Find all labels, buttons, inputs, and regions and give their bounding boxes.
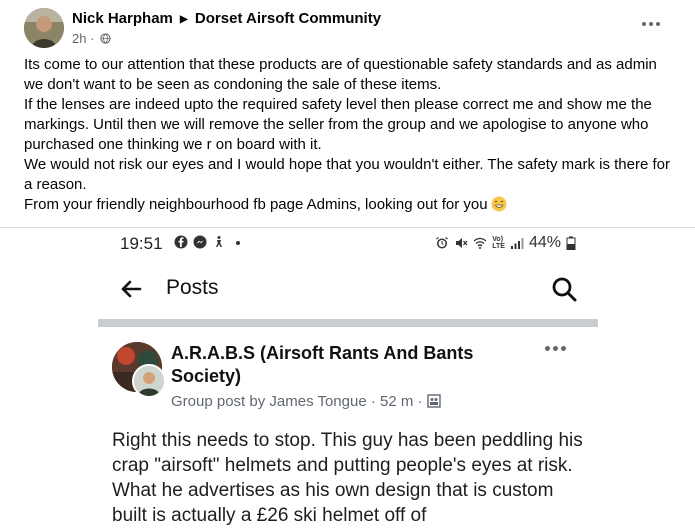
caret-right-icon: ▶ [180, 14, 188, 25]
shared-post-text: Right this needs to stop. This guy has b… [112, 430, 583, 526]
alarm-icon [436, 237, 449, 249]
post-options-button[interactable] [639, 14, 663, 34]
volte-label: Vo) LTE [492, 236, 505, 250]
status-notification-icons [174, 235, 245, 249]
shared-post-meta: Group post by James Tongue · 52 m · [171, 393, 441, 410]
back-arrow-icon[interactable] [118, 276, 144, 302]
signal-bars-icon [510, 238, 524, 249]
volte-bottom: LTE [492, 243, 505, 250]
app-title: Posts [166, 276, 219, 299]
battery-icon [566, 236, 576, 250]
shared-group-name[interactable]: A.R.A.B.S (Airsoft Rants And Bants Socie… [171, 342, 511, 388]
author-name[interactable]: Nick Harpham [72, 10, 173, 27]
post-header: Nick Harpham ▶ Dorset Airsoft Community … [24, 6, 671, 48]
dot [545, 346, 550, 351]
poster-avatar[interactable] [132, 364, 166, 398]
group-icon [426, 394, 441, 408]
dot [649, 22, 653, 26]
accessibility-icon [216, 236, 222, 247]
volte-top: Vo) [492, 236, 504, 243]
wifi-icon [473, 237, 487, 249]
post-meta: 2h · [72, 31, 111, 46]
post-paragraph: From your friendly neighbourhood fb page… [24, 196, 488, 213]
author-avatar[interactable] [24, 8, 64, 48]
mute-icon [456, 238, 468, 248]
dot [553, 346, 558, 351]
shared-post-meta-text: Group post by James Tongue · 52 m · [171, 393, 423, 410]
post-paragraph: If the lenses are indeed upto the requir… [24, 96, 652, 153]
post-text: Its come to our attention that these pro… [24, 55, 674, 215]
section-separator [98, 319, 598, 327]
search-icon[interactable] [550, 275, 578, 303]
author-line: Nick Harpham ▶ Dorset Airsoft Community [72, 10, 381, 27]
status-system-icons: Vo) LTE 44% [435, 234, 576, 252]
dot [561, 346, 566, 351]
grinning-face-emoji-icon [491, 196, 507, 212]
messenger-icon [193, 235, 207, 249]
app-bar: Posts [98, 266, 598, 314]
more-notifications-dot-icon [236, 241, 240, 245]
post-timestamp[interactable]: 2h [72, 31, 86, 46]
post-paragraph: We would not risk our eyes and I would h… [24, 156, 670, 193]
post-image[interactable]: 19:51 Vo) LTE 44% Posts A.R.A.B.S (Airso… [98, 228, 598, 532]
post-paragraph: Its come to our attention that these pro… [24, 56, 657, 93]
dot [656, 22, 660, 26]
meta-dot: · [90, 31, 99, 46]
globe-icon [100, 33, 111, 44]
dot [642, 22, 646, 26]
shared-post-options-button[interactable] [545, 346, 566, 351]
facebook-icon [174, 235, 188, 249]
status-time: 19:51 [120, 234, 163, 253]
group-name[interactable]: Dorset Airsoft Community [195, 10, 381, 27]
battery-percent: 44% [528, 234, 561, 251]
post-paragraph-last: From your friendly neighbourhood fb page… [24, 195, 674, 215]
phone-status-bar: 19:51 Vo) LTE 44% [98, 228, 598, 258]
